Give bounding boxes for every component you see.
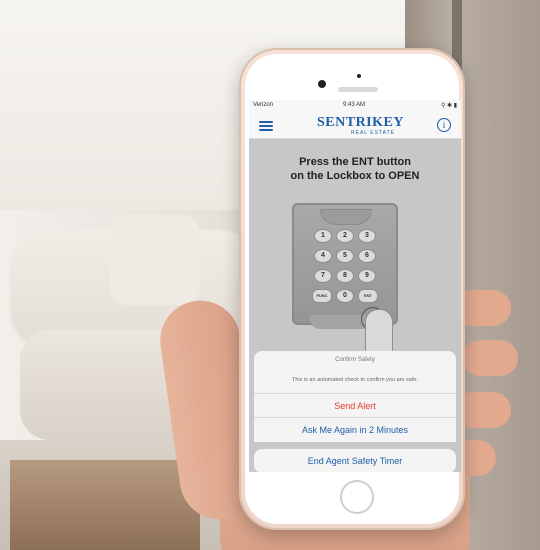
finger <box>462 340 518 376</box>
key-ent: ENT <box>358 289 378 303</box>
hamburger-menu-icon[interactable] <box>259 121 273 131</box>
cushion <box>110 215 200 305</box>
instruction-text: Press the ENT button on the Lockbox to O… <box>290 156 420 182</box>
confirm-safety-sheet: Confirm Safety This is an automated chec… <box>254 351 456 472</box>
home-button[interactable] <box>340 480 374 514</box>
status-icons: ⚲ ✱ ▮ <box>440 103 457 109</box>
key-5: 5 <box>336 249 354 263</box>
sheet-message: This is an automated check to confirm yo… <box>292 377 418 383</box>
key-2: 2 <box>336 229 354 243</box>
key-4: 4 <box>314 249 332 263</box>
key-func: FUNC <box>312 289 332 303</box>
key-8: 8 <box>336 269 354 283</box>
key-6: 6 <box>358 249 376 263</box>
brand-logo: SENTRIKEY REAL ESTATE <box>317 115 404 138</box>
ask-again-button[interactable]: Ask Me Again in 2 Minutes <box>254 417 456 442</box>
lockbox-shackle <box>320 209 372 225</box>
sensor-icon <box>357 74 361 78</box>
key-7: 7 <box>314 269 332 283</box>
background-photo: Verizon 9:43 AM ⚲ ✱ ▮ SENTRIKEY REAL EST… <box>0 0 540 550</box>
brand-subtitle: REAL ESTATE <box>351 130 395 136</box>
key-3: 3 <box>358 229 376 243</box>
carrier-label: Verizon <box>253 102 274 108</box>
key-0: 0 <box>336 289 354 303</box>
key-9: 9 <box>358 269 376 283</box>
phone-screen: Verizon 9:43 AM ⚲ ✱ ▮ SENTRIKEY REAL EST… <box>249 100 461 472</box>
lockbox-illustration: 1 2 3 4 5 6 7 8 9 FUNC 0 ENT <box>292 203 398 329</box>
speaker-grille <box>338 87 378 92</box>
sheet-title: Confirm Safety <box>335 357 375 363</box>
lockbox-screen: Press the ENT button on the Lockbox to O… <box>249 139 461 472</box>
send-alert-button[interactable]: Send Alert <box>254 393 456 418</box>
key-1: 1 <box>314 229 332 243</box>
status-time: 9:43 AM <box>343 102 366 108</box>
brand-name: SENTRIKEY <box>317 115 404 130</box>
info-icon[interactable]: i <box>437 118 451 132</box>
camera-icon <box>318 80 326 88</box>
end-safety-timer-button[interactable]: End Agent Safety Timer <box>254 449 456 472</box>
status-bar: Verizon 9:43 AM ⚲ ✱ ▮ <box>249 100 461 112</box>
app-header: SENTRIKEY REAL ESTATE i <box>249 112 461 139</box>
